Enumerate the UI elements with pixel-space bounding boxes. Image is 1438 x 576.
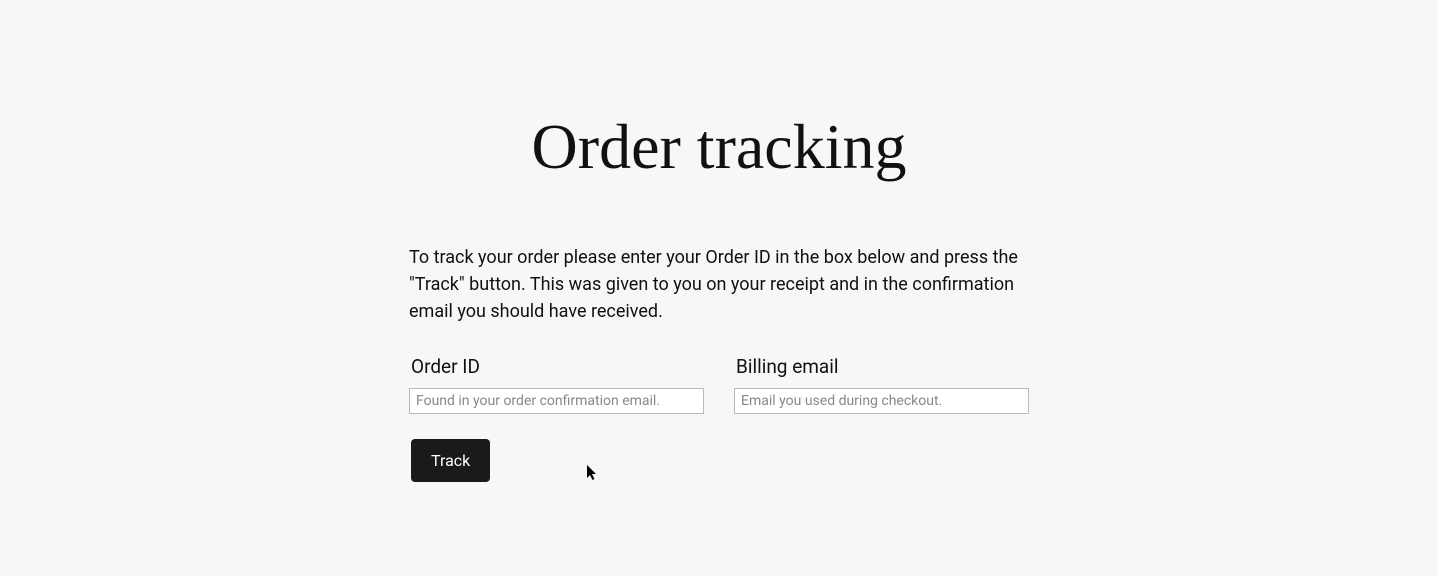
page-title: Order tracking (409, 110, 1029, 184)
order-id-label: Order ID (409, 355, 704, 378)
track-button[interactable]: Track (411, 439, 490, 482)
billing-email-group: Billing email (734, 355, 1029, 414)
order-id-group: Order ID (409, 355, 704, 414)
form-row: Order ID Billing email (409, 355, 1029, 414)
billing-email-label: Billing email (734, 355, 1029, 378)
billing-email-input[interactable] (734, 388, 1029, 414)
order-tracking-container: Order tracking To track your order pleas… (409, 0, 1029, 482)
order-id-input[interactable] (409, 388, 704, 414)
tracking-description: To track your order please enter your Or… (409, 244, 1029, 325)
